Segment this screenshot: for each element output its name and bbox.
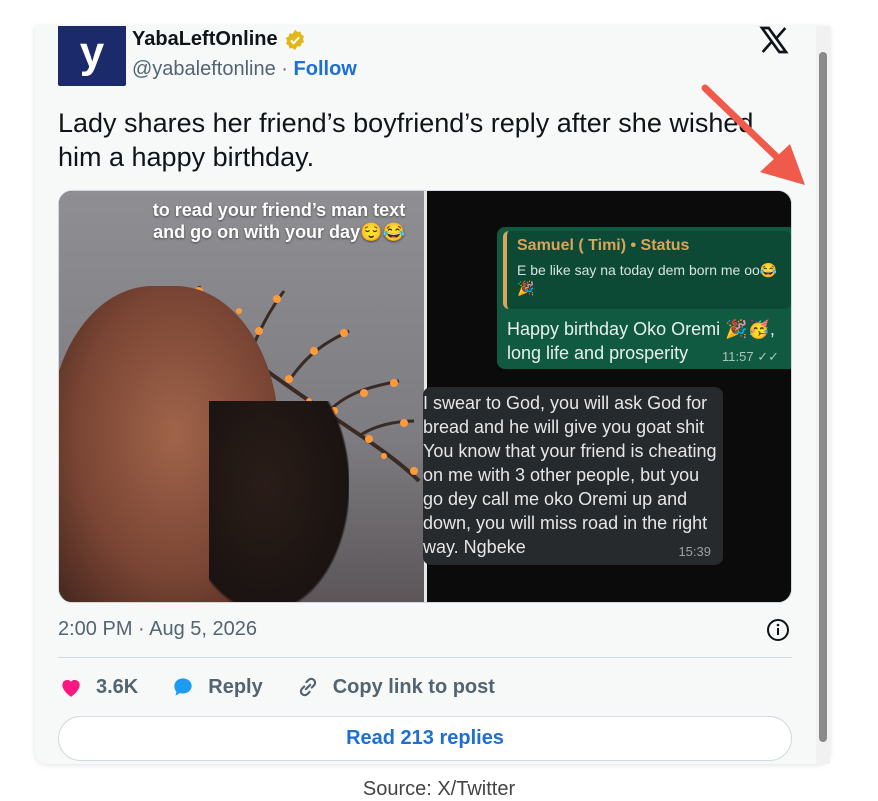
left-caption: to read your friend’s man text and go on…	[152, 200, 406, 242]
link-icon	[299, 677, 316, 697]
heart-icon	[62, 679, 80, 697]
tweet-text: Lady shares her friend’s boyfriend’s rep…	[58, 108, 754, 172]
scrollbar-thumb[interactable]	[819, 52, 827, 742]
author-handle-row: @yabaleftonline · Follow	[132, 58, 357, 81]
read-replies-button[interactable]: Read 213 replies	[58, 716, 792, 761]
copy-link-label: Copy link to post	[332, 675, 495, 698]
divider-line	[58, 657, 792, 658]
action-bar: 3.6K Reply Copy link to post	[58, 674, 527, 700]
info-icon[interactable]	[766, 618, 790, 642]
author-name[interactable]: YabaLeftOnline	[132, 28, 278, 51]
avatar[interactable]: y	[58, 26, 126, 86]
copy-link-button[interactable]: Copy link to post	[295, 674, 495, 700]
incoming-time: 15:39	[678, 544, 711, 559]
outgoing-bubble: Samuel ( Timi) • Status E be like say na…	[497, 227, 791, 369]
source-footer: Source: X/Twitter	[362, 778, 516, 800]
like-button[interactable]: 3.6K	[58, 674, 138, 700]
incoming-bubble: I swear to God, you will ask God for bre…	[423, 387, 723, 565]
red-arrow-annotation	[701, 84, 805, 185]
quoted-status-name: Samuel ( Timi) • Status	[517, 237, 690, 254]
media-left-photo: to read your friend’s man text and go on…	[59, 191, 424, 602]
reply-bubble-icon	[174, 678, 192, 696]
author-handle[interactable]: @yabaleftonline	[132, 58, 276, 80]
quoted-status: Samuel ( Timi) • Status E be like say na…	[503, 231, 791, 309]
outgoing-time: 11:57 ✓✓	[722, 349, 779, 364]
avatar-letter: y	[79, 28, 105, 77]
x-logo-icon[interactable]	[758, 26, 790, 56]
reply-button[interactable]: Reply	[170, 674, 263, 700]
reply-label: Reply	[208, 675, 263, 698]
like-count: 3.6K	[96, 675, 139, 698]
woman-hair	[209, 401, 349, 602]
tweet-timestamp[interactable]: 2:00 PM · Aug 5, 2026	[58, 618, 257, 641]
chat-screenshot: Samuel ( Timi) • Status E be like say na…	[423, 191, 791, 602]
author-name-row[interactable]: YabaLeftOnline	[132, 28, 306, 51]
tweet-media[interactable]: to read your friend’s man text and go on…	[58, 190, 792, 603]
quoted-status-text: E be like say na today dem born me oo😂🎉	[517, 262, 778, 296]
incoming-message: I swear to God, you will ask God for bre…	[423, 393, 717, 557]
handle-separator: ·	[275, 58, 294, 80]
verified-badge-icon	[285, 29, 304, 50]
follow-link[interactable]: Follow	[294, 58, 357, 80]
